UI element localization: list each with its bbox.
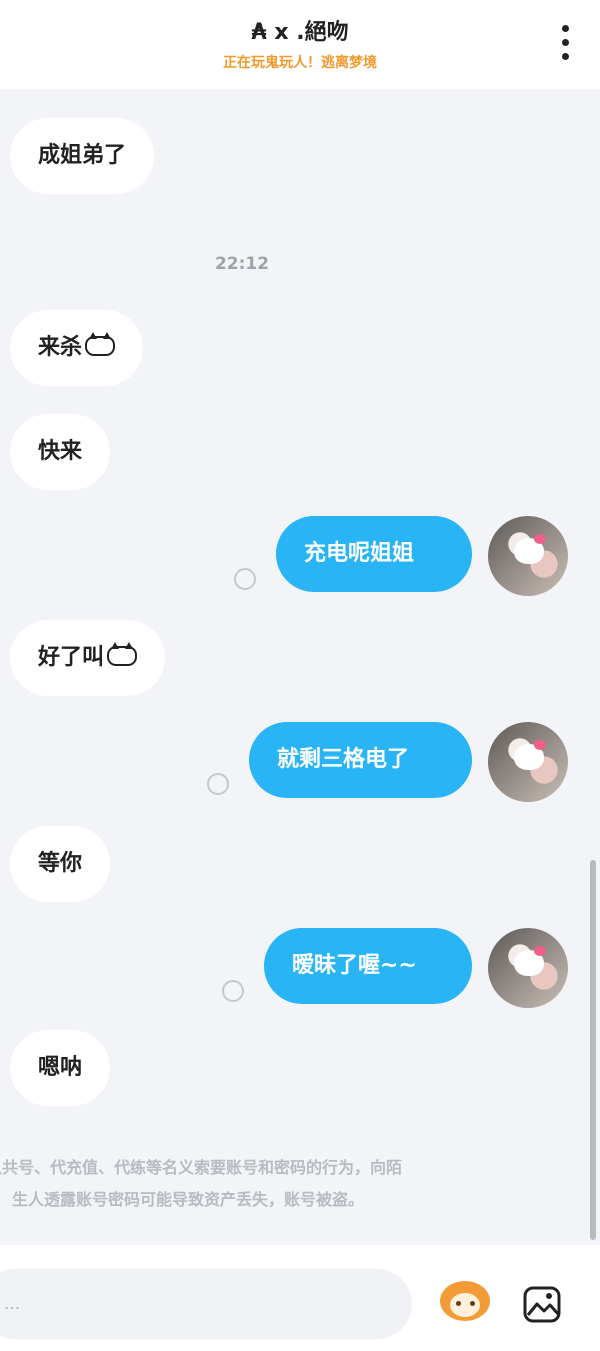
chat-status-subtitle: 正在玩鬼玩人！逃离梦境 [223, 55, 377, 71]
user-avatar[interactable] [488, 516, 568, 596]
message-text: 嗯呐 [38, 1055, 83, 1080]
user-avatar[interactable] [488, 722, 568, 802]
user-avatar[interactable] [488, 928, 568, 1008]
message-list[interactable]: 成姐弟了 22:12 来杀 快来 充电呢姐姐 好了叫 就剩三格电了 等你 暧昧了… [0, 90, 600, 1245]
message-outgoing[interactable]: 充电呢姐姐 [276, 516, 472, 592]
security-notice-line: 生人透露账号密码可能导致资产丢失，账号被盗。 [12, 1190, 365, 1209]
message-incoming[interactable]: 等你 [10, 826, 111, 902]
message-text: 充电呢姐姐 [304, 541, 415, 566]
message-status-circle [234, 568, 256, 590]
message-incoming[interactable]: 来杀 [10, 310, 144, 386]
message-text: 好了叫 [38, 645, 105, 670]
message-incoming[interactable]: 成姐弟了 [10, 118, 155, 194]
mascot-icon[interactable] [436, 1281, 494, 1325]
message-composer: ... [0, 1245, 600, 1351]
message-outgoing[interactable]: 暧昧了喔~~ [264, 928, 472, 1004]
cat-emoji-icon [85, 332, 116, 356]
chat-scrollbar[interactable] [590, 860, 596, 1240]
security-notice-line: 以共号、代充值、代练等名义索要账号和密码的行为，向陌 [0, 1158, 403, 1177]
message-text: 成姐弟了 [38, 143, 127, 168]
cat-emoji-icon [107, 642, 138, 666]
message-text: 快来 [38, 439, 83, 464]
message-text: 就剩三格电了 [277, 747, 410, 772]
message-incoming[interactable]: 好了叫 [10, 620, 166, 696]
chat-title: ₳ x .絕吻 [251, 20, 349, 45]
message-status-circle [222, 980, 244, 1002]
security-notice: 以共号、代充值、代练等名义索要账号和密码的行为，向陌 生人透露账号密码可能导致资… [0, 1152, 600, 1216]
message-incoming[interactable]: 快来 [10, 414, 111, 490]
message-status-circle [207, 773, 229, 795]
message-input[interactable]: ... [0, 1269, 412, 1339]
message-incoming[interactable]: 嗯呐 [10, 1030, 111, 1106]
message-timestamp: 22:12 [214, 254, 270, 274]
image-picker-icon[interactable] [522, 1284, 564, 1326]
message-text: 暧昧了喔~~ [292, 953, 417, 978]
message-outgoing[interactable]: 就剩三格电了 [249, 722, 472, 798]
message-text: 等你 [38, 851, 83, 876]
message-text: 来杀 [38, 335, 83, 360]
more-options-icon[interactable] [562, 25, 570, 63]
chat-header: ₳ x .絕吻 正在玩鬼玩人！逃离梦境 [0, 0, 600, 91]
